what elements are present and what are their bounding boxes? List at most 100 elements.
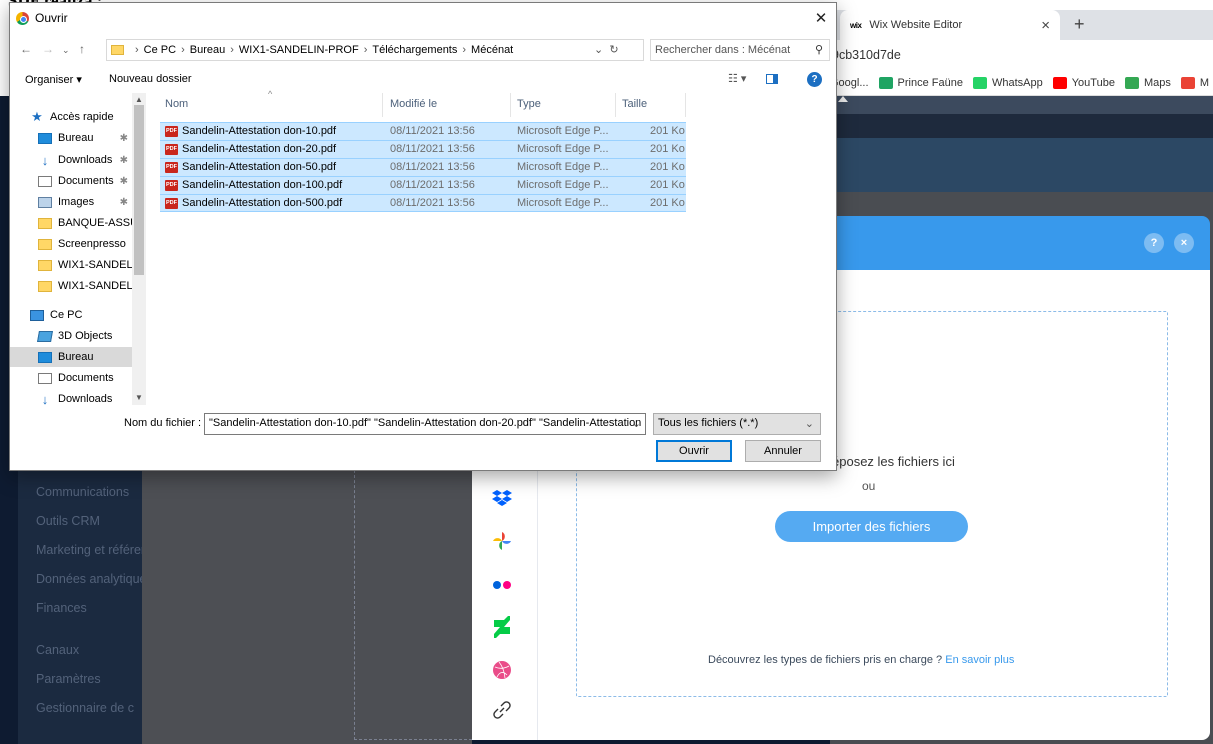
bookmark-label: M [1199, 76, 1210, 89]
forward-arrow-icon[interactable]: → [42, 42, 54, 56]
google-photos-icon[interactable] [487, 526, 517, 556]
nav-scrollbar[interactable]: ▲ ▼ [132, 93, 146, 405]
path-dropdown-refresh[interactable]: ⌄ ↻ [594, 43, 619, 56]
bookmark-item[interactable]: Maps [1124, 76, 1171, 89]
open-button[interactable]: Ouvrir [656, 440, 732, 462]
file-size: 201 Ko [650, 197, 685, 209]
new-tab-icon[interactable]: + [1074, 14, 1085, 35]
nav-item[interactable]: WIX1-SANDELIN [10, 276, 144, 296]
import-files-button[interactable]: Importer des fichiers [775, 511, 968, 542]
back-arrow-icon[interactable]: ← [20, 42, 32, 56]
file-type: Microsoft Edge P... [517, 197, 609, 209]
organize-button[interactable]: Organiser ▾ [25, 73, 82, 86]
bookmark-item[interactable]: YouTube [1052, 76, 1115, 89]
nav-item-label: Bureau [58, 351, 94, 363]
nav-item[interactable]: Documents ✱ [10, 171, 132, 191]
chevron-down-icon[interactable]: ⌄ [632, 417, 641, 430]
folder-icon [111, 45, 124, 55]
tab-close-icon[interactable]: × [1041, 17, 1050, 34]
scroll-up-icon[interactable]: ▲ [135, 95, 143, 104]
preview-pane-icon[interactable] [766, 74, 778, 84]
collapse-arrow-icon[interactable] [838, 96, 848, 102]
supported-types-text: Découvrez les types de fichiers pris en … [708, 654, 943, 666]
tab-wix-editor[interactable]: wix Wix Website Editor × [840, 10, 1060, 40]
3d-objects-icon [37, 330, 53, 342]
bookmark-item[interactable]: M [1180, 76, 1210, 89]
bookmark-item[interactable]: Prince Faüne [878, 76, 963, 89]
help-icon[interactable]: ? [1144, 233, 1164, 253]
download-icon: ↓ [41, 152, 49, 168]
youtube-icon [1052, 76, 1067, 89]
nav-item[interactable]: ↓ Downloads ✱ [10, 150, 132, 170]
nav-item[interactable]: Images ✱ [10, 192, 132, 212]
pin-icon[interactable]: ✱ [120, 155, 128, 166]
pin-icon[interactable]: ✱ [120, 133, 128, 144]
column-size[interactable]: Taille [622, 98, 647, 110]
dialog-close-icon[interactable]: ✕ [806, 3, 836, 33]
nav-item[interactable]: Ce PC [10, 305, 132, 325]
bookmark-item[interactable]: WhatsApp [972, 76, 1043, 89]
breadcrumb-item[interactable]: Téléchargements [372, 44, 457, 56]
link-icon[interactable] [487, 695, 517, 725]
nav-item[interactable]: WIX1-SANDELIN [10, 255, 144, 275]
flickr-icon[interactable] [487, 570, 517, 600]
search-input[interactable]: Rechercher dans : Mécénat ⚲ [650, 39, 830, 61]
nav-scroll-thumb[interactable] [134, 105, 144, 275]
column-modified[interactable]: Modifié le [390, 98, 437, 110]
deviantart-icon[interactable] [487, 612, 517, 642]
file-row[interactable]: PDF Sandelin-Attestation don-20.pdf 08/11/… [160, 140, 686, 158]
nav-item[interactable]: 3D Objects [10, 326, 132, 346]
nav-item[interactable]: ★ Accès rapide [10, 107, 132, 127]
breadcrumb-item[interactable]: Ce PC [144, 44, 176, 56]
file-modified: 08/11/2021 13:56 [390, 143, 475, 155]
file-modified: 08/11/2021 13:56 [390, 179, 475, 191]
filename-input[interactable]: "Sandelin-Attestation don-10.pdf" "Sande… [204, 413, 646, 435]
breadcrumb-item[interactable]: WIX1-SANDELIN-PROF [239, 44, 359, 56]
file-row[interactable]: PDF Sandelin-Attestation don-10.pdf 08/11/… [160, 122, 686, 140]
pdf-file-icon: PDF [165, 162, 178, 173]
dropbox-icon[interactable] [487, 483, 517, 513]
new-folder-button[interactable]: Nouveau dossier [109, 73, 192, 85]
nav-item[interactable]: Bureau [10, 347, 132, 367]
documents-icon [38, 175, 52, 187]
bookmark-label: WhatsApp [991, 76, 1043, 89]
learn-more-link[interactable]: En savoir plus [945, 654, 1014, 666]
nav-item-label: Documents [58, 372, 114, 384]
help-icon[interactable]: ? [807, 72, 822, 87]
path-breadcrumb[interactable]: › Ce PC › Bureau › WIX1-SANDELIN-PROF › Télécha… [106, 39, 644, 61]
nav-item[interactable]: Bureau ✱ [10, 128, 132, 148]
breadcrumb-item[interactable]: Mécénat [471, 44, 513, 56]
chevron-right-icon: › [181, 44, 185, 56]
column-type[interactable]: Type [517, 98, 541, 110]
pin-icon[interactable]: ✱ [120, 176, 128, 187]
file-row[interactable]: PDF Sandelin-Attestation don-500.pdf 08/11… [160, 194, 686, 212]
nav-item-label: Downloads [58, 154, 113, 166]
dialog-title: Ouvrir [35, 11, 68, 25]
scroll-down-icon[interactable]: ▼ [135, 393, 143, 402]
dribbble-icon[interactable] [487, 655, 517, 685]
file-row[interactable]: PDF Sandelin-Attestation don-100.pdf 08/11… [160, 176, 686, 194]
view-options-icon[interactable]: ☷ ▾ [728, 72, 746, 85]
bookmarks-bar: Googl... Prince Faüne WhatsApp YouTube Maps M [830, 70, 1213, 96]
up-arrow-icon[interactable]: ↑ [79, 42, 85, 56]
address-bar[interactable]: 9cb310d7de [830, 40, 1213, 70]
file-row[interactable]: PDF Sandelin-Attestation don-50.pdf 08/11/… [160, 158, 686, 176]
cancel-button[interactable]: Annuler [745, 440, 821, 462]
browser-tab-strip: wix Wix Website Editor × + [830, 10, 1213, 40]
filename-label: Nom du fichier : [124, 417, 202, 429]
nav-item[interactable]: Screenpresso [10, 234, 132, 254]
nav-item[interactable]: Documents [10, 368, 132, 388]
filetype-select[interactable]: Tous les fichiers (*.*) ⌄ [653, 413, 821, 435]
nav-item[interactable]: BANQUE-ASSU [10, 213, 138, 233]
nav-item[interactable]: ↓ Downloads [10, 389, 132, 406]
pin-icon[interactable]: ✱ [120, 197, 128, 208]
recent-locations-icon[interactable]: ⌄ [62, 45, 70, 56]
breadcrumb-item[interactable]: Bureau [190, 44, 225, 56]
column-name[interactable]: Nom [165, 98, 188, 110]
chevron-down-icon[interactable]: ⌄ [805, 417, 814, 430]
search-icon[interactable]: ⚲ [815, 43, 823, 56]
file-type: Microsoft Edge P... [517, 125, 609, 137]
wix-dark-bar [830, 114, 1213, 138]
close-icon[interactable]: × [1174, 233, 1194, 253]
file-name: Sandelin-Attestation don-10.pdf [182, 125, 337, 137]
